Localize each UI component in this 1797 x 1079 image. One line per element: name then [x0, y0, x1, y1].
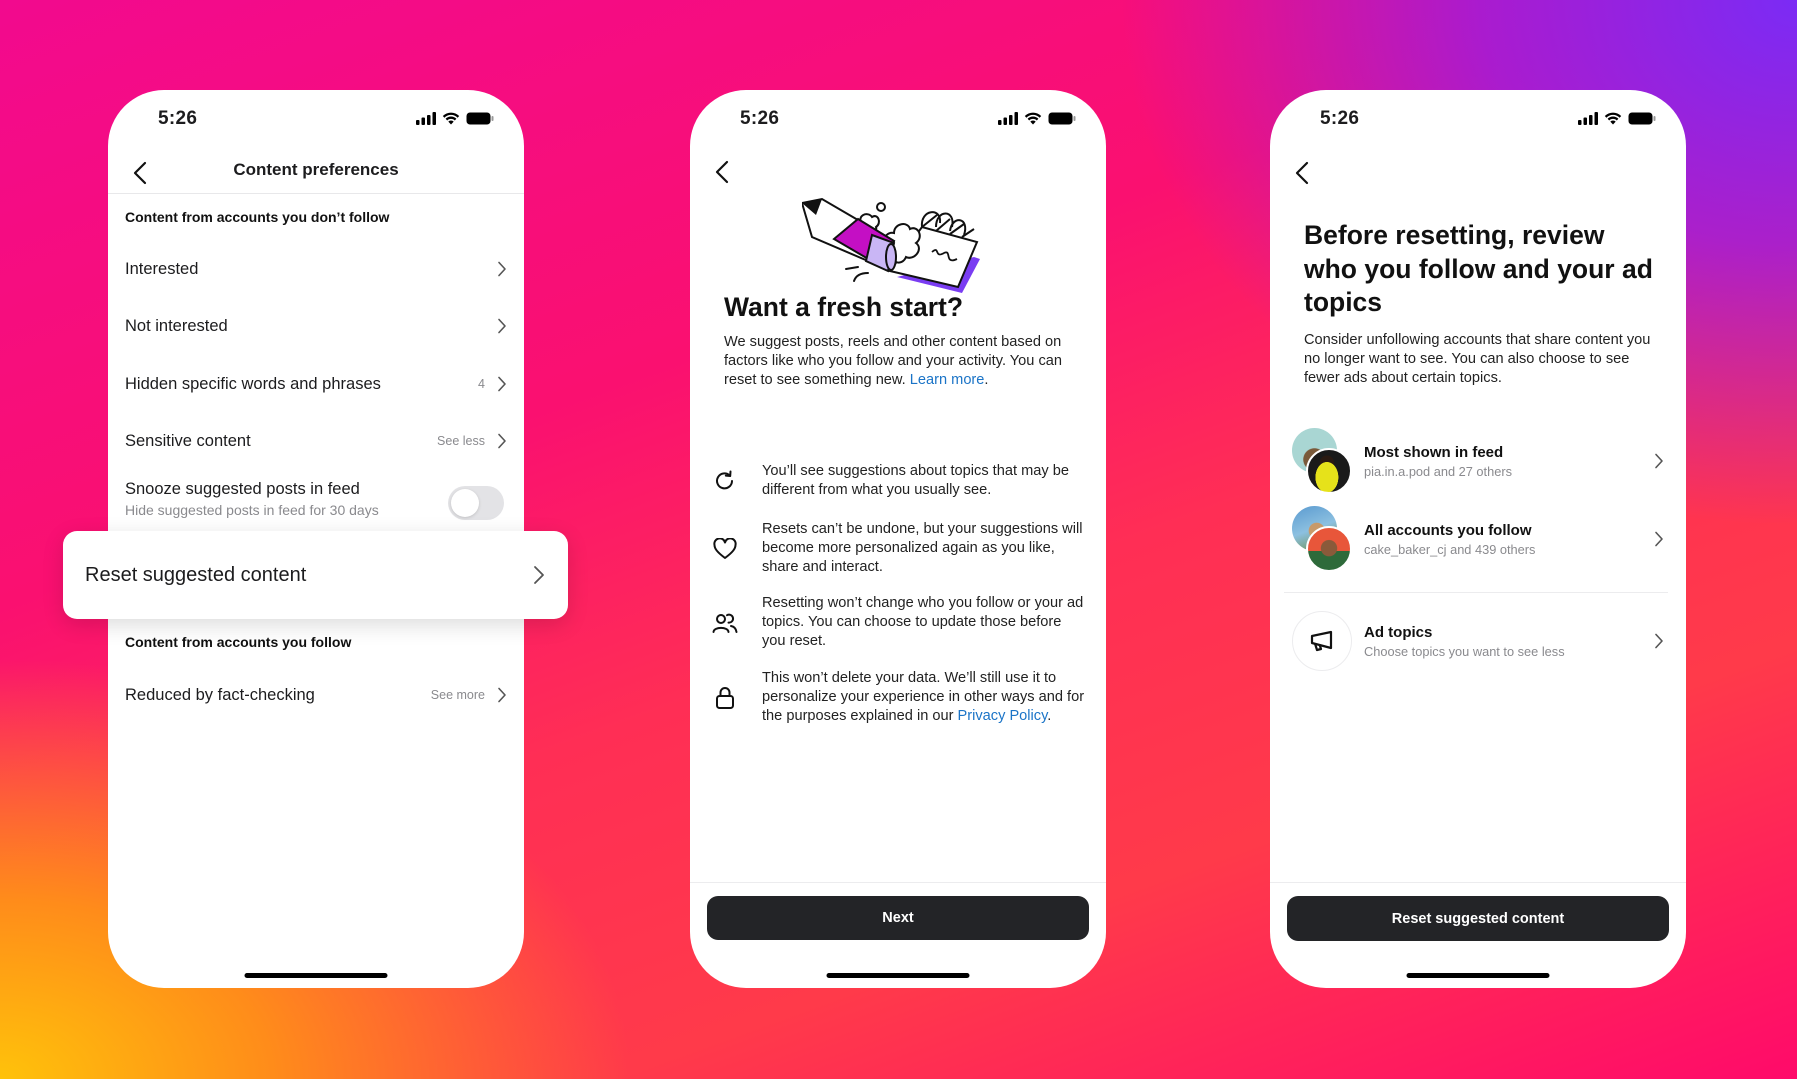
list-item-interested[interactable]: Interested — [108, 244, 524, 294]
people-icon — [712, 613, 738, 633]
row-subtitle: Choose topics you want to see less — [1364, 643, 1565, 659]
period: . — [984, 372, 989, 389]
fact-checking-value: See more — [430, 688, 485, 702]
review-description: Consider unfollowing accounts that share… — [1304, 332, 1651, 387]
signal-icon — [1578, 112, 1598, 125]
divider — [690, 882, 1106, 883]
list-item-label: Interested — [125, 259, 199, 278]
chevron-right-icon — [1655, 633, 1663, 649]
refresh-icon — [716, 470, 733, 490]
list-item-label: Sensitive content — [125, 431, 251, 450]
chevron-right-icon — [498, 261, 506, 277]
chevron-left-icon — [715, 160, 729, 184]
info-text: Resetting won’t change who you follow or… — [762, 595, 1084, 650]
info-item-new-topics: You’ll see suggestions about topics that… — [712, 462, 1086, 500]
list-item-label: Reduced by fact-checking — [125, 685, 315, 704]
review-headline: Before resetting, review who you follow … — [1304, 220, 1653, 318]
section-header-follow: Content from accounts you follow — [125, 634, 352, 650]
status-bar: 5:26 — [108, 108, 524, 132]
home-indicator — [826, 973, 970, 978]
chevron-right-icon — [534, 566, 544, 584]
period: . — [1047, 708, 1052, 725]
signal-icon — [998, 112, 1018, 125]
all-accounts-you-follow-row[interactable]: All accounts you follow cake_baker_cj an… — [1292, 504, 1664, 574]
list-item-fact-checking[interactable]: Reduced by fact-checking See more — [108, 670, 524, 720]
pencil-eraser-illustration — [802, 197, 980, 293]
chevron-right-icon — [498, 376, 506, 392]
signal-icon — [416, 112, 436, 125]
avatar-stack — [1292, 428, 1352, 494]
row-title: All accounts you follow — [1364, 521, 1532, 539]
row-title: Ad topics — [1364, 623, 1433, 641]
back-button[interactable] — [710, 157, 734, 187]
hidden-words-count: 4 — [478, 377, 485, 391]
reset-suggested-content-button[interactable]: Reset suggested content — [1287, 896, 1669, 941]
reset-card-label: Reset suggested content — [85, 563, 307, 586]
learn-more-link[interactable]: Learn more — [910, 372, 985, 388]
row-title: Most shown in feed — [1364, 443, 1504, 461]
next-button[interactable]: Next — [707, 896, 1089, 940]
toggle-knob — [451, 489, 479, 517]
status-time: 5:26 — [1320, 108, 1360, 129]
info-text: Resets can’t be undone, but your suggest… — [762, 521, 1083, 576]
info-text: This won’t delete your data. We’ll still… — [762, 669, 1086, 726]
chevron-left-icon — [1295, 161, 1309, 185]
avatar — [1306, 526, 1352, 572]
home-indicator — [1406, 973, 1550, 978]
megaphone-icon — [1310, 630, 1333, 652]
row-subtitle: pia.in.a.pod and 27 others — [1364, 463, 1512, 479]
avatar-stack — [1292, 506, 1352, 572]
battery-icon — [466, 112, 494, 125]
list-item-label: Not interested — [125, 316, 228, 335]
info-item-cant-undo: Resets can’t be undone, but your suggest… — [712, 520, 1086, 577]
list-item-sensitive-content[interactable]: Sensitive content See less — [108, 416, 524, 466]
list-item-hidden-words[interactable]: Hidden specific words and phrases 4 — [108, 359, 524, 409]
page-title: Content preferences — [233, 160, 399, 179]
wifi-icon — [1024, 112, 1042, 125]
chevron-right-icon — [1655, 531, 1663, 547]
status-bar: 5:26 — [1270, 108, 1686, 132]
heart-icon — [713, 537, 737, 559]
status-bar: 5:26 — [690, 108, 1106, 132]
battery-icon — [1048, 112, 1076, 125]
divider — [1284, 592, 1668, 593]
chevron-right-icon — [498, 433, 506, 449]
snooze-toggle[interactable] — [448, 486, 504, 520]
chevron-right-icon — [1655, 453, 1663, 469]
ad-topics-icon-circle — [1292, 611, 1352, 671]
list-item-not-interested[interactable]: Not interested — [108, 301, 524, 351]
home-indicator — [244, 973, 388, 978]
sensitive-content-value: See less — [437, 434, 485, 448]
lock-icon — [716, 686, 734, 709]
phone-screen-review-before-reset: 5:26 Before resetting, review who you fo… — [1270, 90, 1686, 988]
reset-suggested-content-card[interactable]: Reset suggested content — [63, 531, 568, 619]
section-header-dont-follow: Content from accounts you don’t follow — [125, 209, 390, 225]
list-item-label: Hidden specific words and phrases — [125, 374, 381, 393]
most-shown-in-feed-row[interactable]: Most shown in feed pia.in.a.pod and 27 o… — [1292, 426, 1664, 496]
info-item-data-kept: This won’t delete your data. We’ll still… — [712, 669, 1086, 726]
privacy-policy-link[interactable]: Privacy Policy — [958, 708, 1048, 724]
description-text: We suggest posts, reels and other conten… — [724, 334, 1062, 389]
wifi-icon — [442, 112, 460, 125]
info-text: You’ll see suggestions about topics that… — [762, 463, 1069, 499]
phone-screen-fresh-start: 5:26 Want a fresh start? We suggest post… — [690, 90, 1106, 988]
back-button[interactable] — [1290, 158, 1314, 188]
chevron-right-icon — [498, 318, 506, 334]
row-subtitle: cake_baker_cj and 439 others — [1364, 541, 1536, 557]
divider — [1270, 882, 1686, 883]
snooze-suggested-posts-row: Snooze suggested posts in feed Hide sugg… — [108, 480, 524, 530]
fresh-start-description: We suggest posts, reels and other conten… — [724, 333, 1084, 390]
battery-icon — [1628, 112, 1656, 125]
divider — [108, 193, 524, 194]
status-time: 5:26 — [158, 108, 198, 129]
info-item-follow-unchanged: Resetting won’t change who you follow or… — [712, 594, 1086, 651]
wifi-icon — [1604, 112, 1622, 125]
fresh-start-headline: Want a fresh start? — [724, 292, 964, 322]
status-time: 5:26 — [740, 108, 780, 129]
chevron-right-icon — [498, 687, 506, 703]
ad-topics-row[interactable]: Ad topics Choose topics you want to see … — [1292, 606, 1664, 676]
avatar — [1306, 448, 1352, 494]
